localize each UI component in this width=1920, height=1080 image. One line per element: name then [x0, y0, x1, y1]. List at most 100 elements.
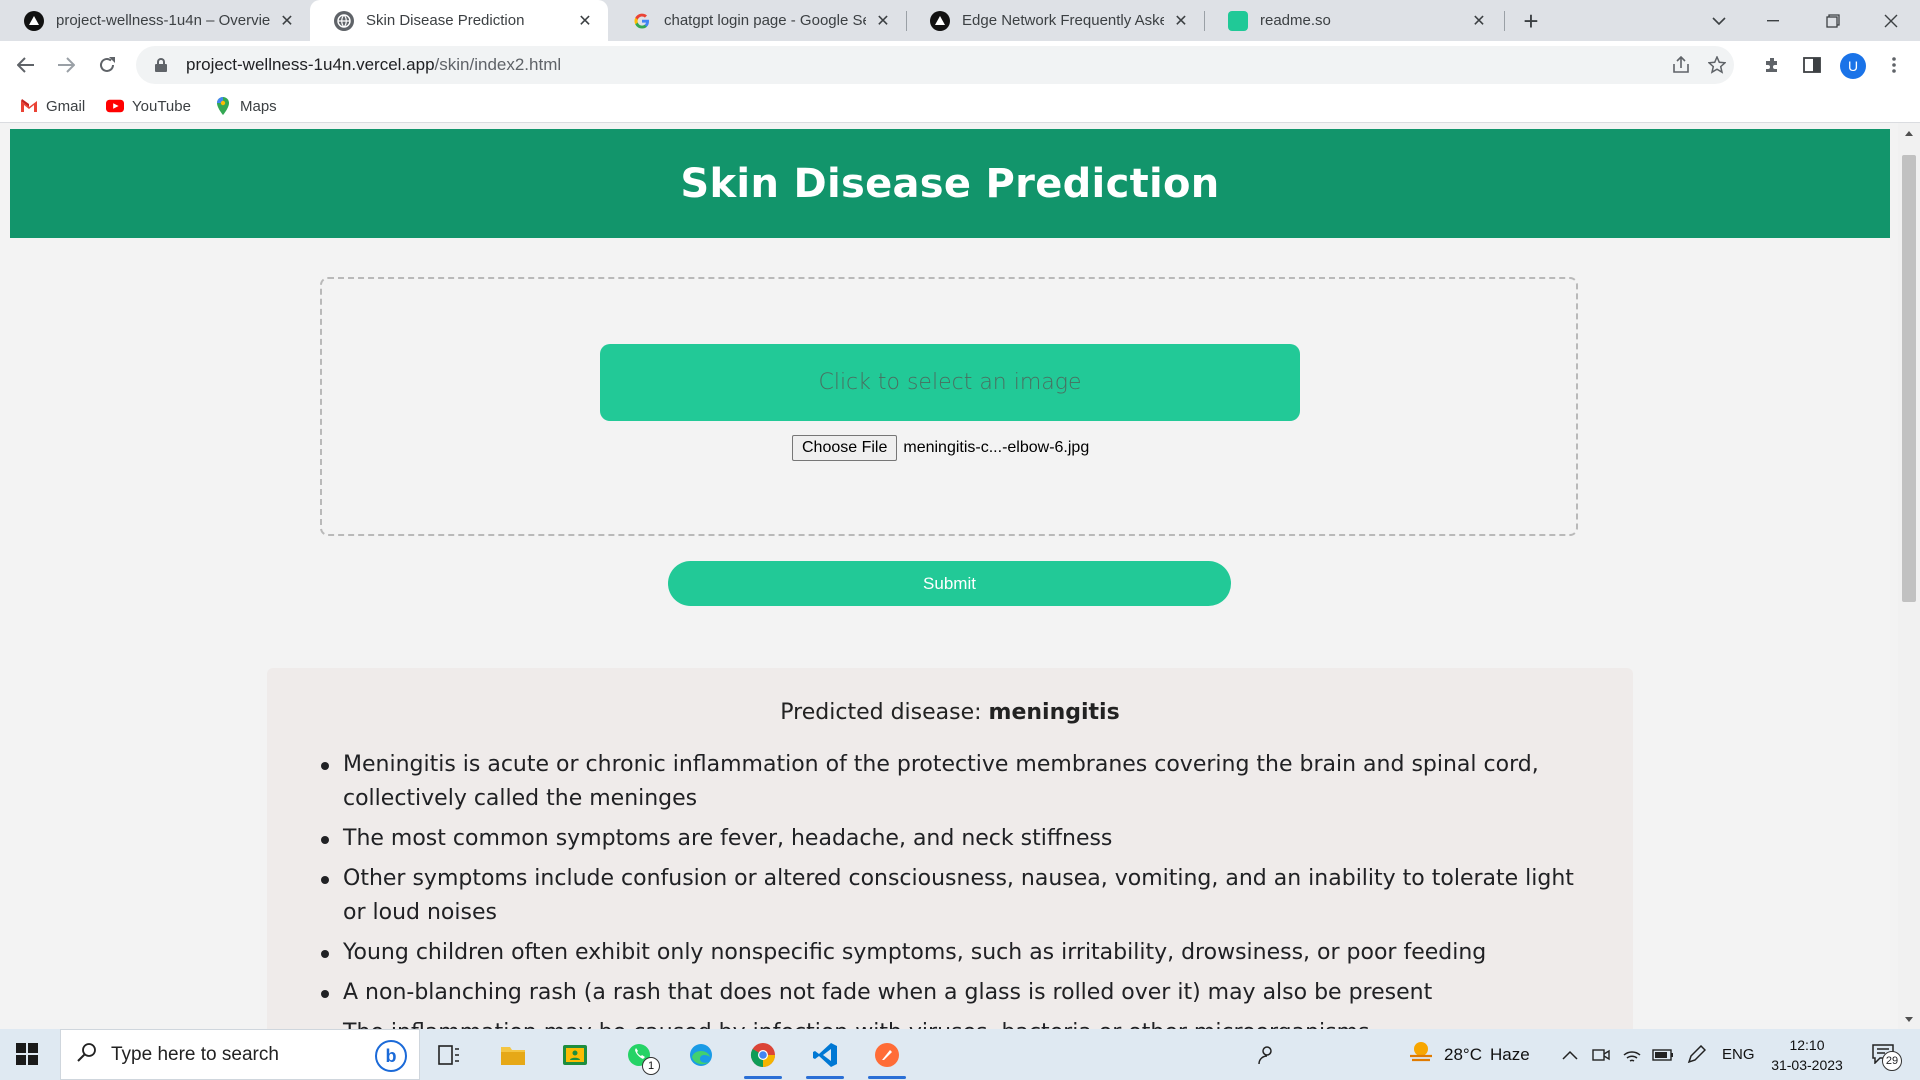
bookmark-maps[interactable]: Maps [214, 95, 277, 117]
scroll-thumb[interactable] [1902, 155, 1916, 602]
close-icon[interactable]: ✕ [874, 12, 892, 30]
google-icon [632, 11, 652, 31]
bookmarks-bar: Gmail YouTube Maps [0, 89, 1920, 123]
list-item: A non-blanching rash (a rash that does n… [319, 976, 1579, 1010]
page-viewport: Skin Disease Prediction Click to select … [0, 123, 1920, 1029]
predicted-disease-value: meningitis [988, 700, 1120, 725]
list-item: The most common symptoms are fever, head… [319, 822, 1579, 856]
weather-desc: Haze [1489, 1044, 1530, 1064]
language-indicator[interactable]: ENG [1722, 1029, 1755, 1080]
maps-icon [214, 97, 232, 115]
restore-icon[interactable] [1808, 0, 1858, 41]
new-tab-button[interactable]: + [1516, 6, 1546, 36]
whatsapp-badge: 1 [642, 1057, 660, 1075]
predicted-disease: Predicted disease: meningitis [780, 700, 1120, 725]
bookmark-youtube[interactable]: YouTube [106, 95, 191, 117]
profile-avatar[interactable]: U [1840, 53, 1866, 79]
weather-icon [1408, 1040, 1434, 1069]
file-explorer-icon[interactable] [488, 1033, 538, 1077]
battery-icon[interactable] [1652, 1029, 1674, 1080]
readme-icon [1228, 10, 1248, 31]
task-view-icon[interactable] [424, 1033, 474, 1077]
search-icon [77, 1042, 97, 1068]
url-text: project-wellness-1u4n.vercel.app/skin/in… [186, 55, 562, 74]
close-icon[interactable]: ✕ [1470, 12, 1488, 30]
file-input: Choose File meningitis-c...-elbow-6.jpg [792, 434, 1089, 462]
tab-search-icon[interactable] [1694, 0, 1744, 41]
tab-vercel-overview[interactable]: project-wellness-1u4n – Overview ✕ [0, 0, 310, 41]
tab-strip: project-wellness-1u4n – Overview ✕ Skin … [0, 0, 1920, 41]
extensions-icon[interactable] [1756, 49, 1788, 81]
chrome-icon[interactable] [738, 1033, 788, 1079]
vercel-icon [24, 10, 44, 31]
bookmark-gmail[interactable]: Gmail [20, 95, 85, 117]
postman-icon[interactable] [862, 1033, 912, 1079]
tab-skin-disease[interactable]: Skin Disease Prediction ✕ [310, 0, 608, 41]
vscode-icon[interactable] [800, 1033, 850, 1079]
taskbar-search[interactable]: Type here to search b [60, 1029, 420, 1080]
more-menu-icon[interactable] [1878, 49, 1910, 81]
tab-label: chatgpt login page - Google Search [664, 12, 866, 29]
list-item: Meningitis is acute or chronic inflammat… [319, 748, 1579, 816]
reload-icon[interactable] [91, 49, 123, 81]
globe-icon [334, 10, 354, 31]
search-placeholder: Type here to search [111, 1043, 279, 1065]
vercel-icon [930, 10, 950, 31]
clock-date: 31-03-2023 [1771, 1057, 1843, 1073]
back-icon[interactable] [10, 49, 42, 81]
close-icon[interactable]: ✕ [1172, 12, 1190, 30]
people-icon[interactable] [1256, 1029, 1276, 1080]
wifi-icon[interactable] [1622, 1029, 1642, 1080]
image-dropzone[interactable]: Click to select an image Choose File men… [320, 277, 1578, 536]
page-title: Skin Disease Prediction [680, 160, 1220, 207]
selected-file-name: meningitis-c...-elbow-6.jpg [903, 439, 1090, 456]
select-image-button[interactable]: Click to select an image [600, 344, 1300, 421]
close-window-icon[interactable] [1866, 0, 1916, 41]
disease-info-list: Meningitis is acute or chronic inflammat… [319, 748, 1579, 1029]
close-icon[interactable]: ✕ [576, 12, 594, 30]
weather-widget[interactable]: 28°C Haze [1408, 1029, 1530, 1080]
lock-icon [154, 58, 168, 72]
notification-center-icon[interactable]: 29 [1868, 1041, 1902, 1071]
classroom-icon[interactable] [550, 1033, 600, 1077]
scroll-down-icon[interactable] [1898, 1011, 1920, 1027]
pen-icon[interactable] [1686, 1029, 1706, 1080]
tab-label: project-wellness-1u4n – Overview [56, 12, 270, 29]
tab-google-search[interactable]: chatgpt login page - Google Search ✕ [608, 0, 906, 41]
notification-count: 29 [1882, 1051, 1902, 1071]
forward-icon[interactable] [50, 49, 82, 81]
weather-temp: 28°C [1444, 1044, 1482, 1064]
minimize-icon[interactable] [1748, 0, 1798, 41]
scroll-up-icon[interactable] [1898, 125, 1920, 141]
screen: project-wellness-1u4n – Overview ✕ Skin … [0, 0, 1920, 1080]
browser-toolbar: project-wellness-1u4n.vercel.app/skin/in… [0, 41, 1920, 89]
show-hidden-icons-icon[interactable] [1562, 1029, 1578, 1080]
clock-time: 12:10 [1789, 1037, 1825, 1053]
side-panel-icon[interactable] [1796, 49, 1828, 81]
list-item: Other symptoms include confusion or alte… [319, 862, 1579, 930]
whatsapp-icon[interactable]: 1 [614, 1033, 664, 1077]
star-icon[interactable] [1700, 46, 1734, 84]
tab-separator [1504, 11, 1505, 31]
tab-label: Edge Network Frequently Asked Questions [962, 12, 1164, 29]
list-item: Young children often exhibit only nonspe… [319, 936, 1579, 970]
tab-readme[interactable]: readme.so ✕ [1204, 0, 1502, 41]
address-bar[interactable]: project-wellness-1u4n.vercel.app/skin/in… [136, 46, 1734, 84]
youtube-icon [106, 99, 124, 113]
submit-button[interactable]: Submit [668, 561, 1231, 606]
choose-file-button[interactable]: Choose File [792, 435, 898, 461]
close-icon[interactable]: ✕ [278, 12, 296, 30]
tab-label: readme.so [1260, 12, 1331, 29]
bing-icon[interactable]: b [375, 1040, 407, 1072]
tab-edge-network[interactable]: Edge Network Frequently Asked Questions … [906, 0, 1204, 41]
meet-now-icon[interactable] [1592, 1029, 1610, 1080]
share-icon[interactable] [1664, 46, 1698, 84]
system-clock[interactable]: 12:10 31-03-2023 [1762, 1035, 1852, 1075]
tab-label: Skin Disease Prediction [366, 12, 525, 29]
prediction-result: Predicted disease: meningitis Meningitis… [267, 668, 1633, 1029]
page-header: Skin Disease Prediction [10, 129, 1890, 238]
windows-start-icon[interactable] [16, 1043, 38, 1065]
list-item: The inflammation may be caused by infect… [319, 1016, 1579, 1029]
edge-icon[interactable] [676, 1033, 726, 1077]
page-scrollbar[interactable] [1898, 123, 1920, 1029]
